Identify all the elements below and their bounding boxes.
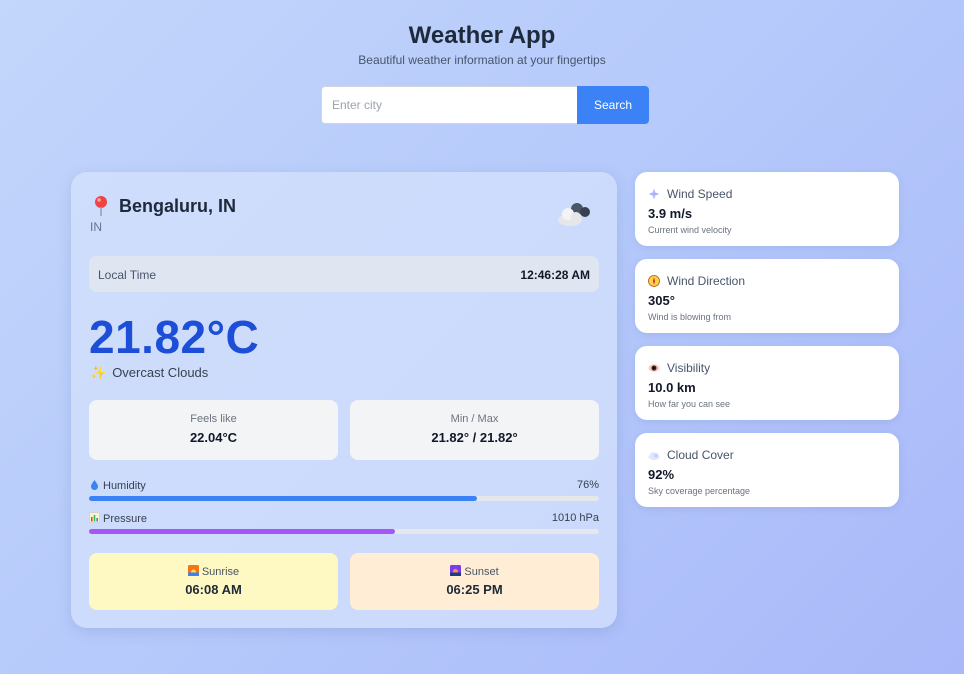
app-title: Weather App: [408, 22, 556, 49]
local-time-label: Local Time: [98, 268, 157, 282]
sparkle-icon: ✨: [90, 365, 107, 380]
sunrise-card: Sunrise 06:08 AM: [89, 553, 338, 610]
humidity-bar: [89, 496, 477, 501]
wind-direction-note: Wind is blowing from: [648, 312, 732, 322]
search-button[interactable]: Search: [577, 86, 649, 124]
chart-icon: [89, 512, 100, 523]
wind-direction-value: 305°: [648, 293, 675, 308]
visibility-card: Visibility 10.0 km How far you can see: [635, 346, 899, 420]
pressure-track: [89, 529, 599, 534]
droplet-icon: [91, 480, 98, 490]
cloud-cover-value: 92%: [648, 467, 675, 482]
humidity-row: Humidity 76%: [89, 479, 599, 501]
compass-icon: [648, 275, 660, 287]
sunset-card: Sunset 06:25 PM: [350, 553, 599, 610]
cloud-icon: [648, 452, 660, 460]
min-max-label: Min / Max: [450, 413, 499, 425]
local-time-box: Local Time 12:46:28 AM: [89, 256, 599, 292]
eye-icon: [648, 364, 660, 372]
wind-speed-label: Wind Speed: [667, 187, 733, 201]
temperature: 21.82°C: [89, 311, 260, 363]
current-weather-card: Bengaluru, IN IN Local Time 12:46:28 AM …: [71, 172, 617, 628]
wind-speed-value: 3.9 m/s: [648, 206, 693, 221]
clouds-icon: [558, 203, 590, 226]
humidity-value: 76%: [576, 479, 599, 491]
weather-description: ✨ Overcast Clouds: [90, 365, 208, 381]
cloud-cover-label: Cloud Cover: [667, 448, 734, 462]
wind-speed-card: Wind Speed 3.9 m/s Current wind velocity: [635, 172, 899, 246]
feels-like-label: Feels like: [190, 413, 237, 425]
min-max-card: Min / Max 21.82° / 21.82°: [350, 400, 599, 460]
wind-direction-label: Wind Direction: [667, 274, 746, 288]
search-bar: Search: [321, 86, 649, 124]
local-time-value: 12:46:28 AM: [520, 268, 590, 282]
pressure-bar: [89, 529, 395, 534]
country-code: IN: [90, 220, 102, 234]
cloud-cover-note: Sky coverage percentage: [648, 486, 751, 496]
sunset-label: Sunset: [464, 566, 499, 578]
sunset-icon: [450, 565, 462, 576]
visibility-value: 10.0 km: [648, 380, 696, 395]
sunrise-time: 06:08 AM: [185, 582, 242, 597]
feels-like-card: Feels like 22.04°C: [89, 400, 338, 460]
cloud-cover-card: Cloud Cover 92% Sky coverage percentage: [635, 433, 899, 507]
sunrise-icon: [187, 565, 199, 576]
min-max-value: 21.82° / 21.82°: [431, 430, 518, 445]
visibility-label: Visibility: [667, 361, 711, 375]
city-search-input[interactable]: [321, 86, 577, 124]
city-name: Bengaluru, IN: [119, 196, 237, 216]
app-subtitle: Beautiful weather information at your fi…: [358, 53, 606, 67]
wind-speed-note: Current wind velocity: [648, 225, 732, 235]
wind-icon: [649, 189, 659, 199]
pressure-value: 1010 hPa: [551, 512, 599, 524]
visibility-note: How far you can see: [648, 399, 731, 409]
humidity-label: Humidity: [103, 480, 146, 492]
sunset-time: 06:25 PM: [446, 582, 503, 597]
location-pin-icon: [95, 196, 107, 216]
feels-like-value: 22.04°C: [189, 430, 238, 445]
description-text: Overcast Clouds: [112, 365, 209, 380]
humidity-track: [89, 496, 599, 501]
pressure-label: Pressure: [103, 513, 148, 525]
wind-direction-card: Wind Direction 305° Wind is blowing from: [635, 259, 899, 333]
sunrise-label: Sunrise: [201, 566, 240, 578]
pressure-row: Pressure 1010 hPa: [89, 512, 599, 534]
